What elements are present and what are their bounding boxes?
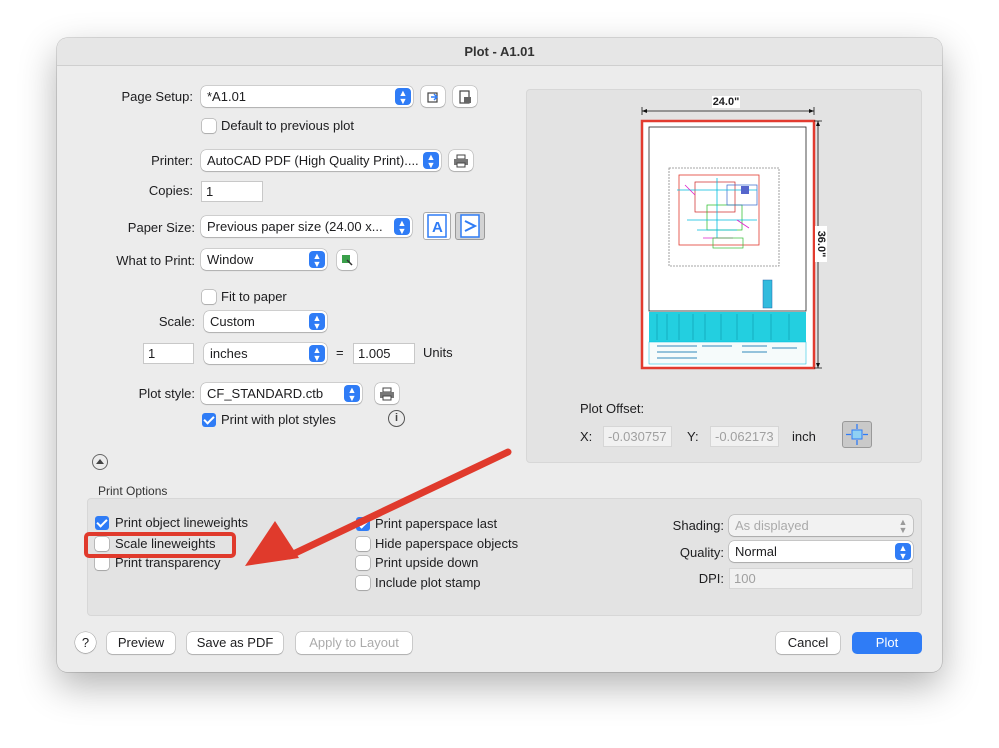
preview-button[interactable]: Preview bbox=[107, 632, 175, 654]
print-with-plot-styles-label: Print with plot styles bbox=[221, 412, 336, 427]
chevron-updown-icon: ▲ ▼ bbox=[309, 313, 325, 331]
svg-text:A: A bbox=[432, 219, 443, 236]
dpi-field[interactable]: 100 bbox=[729, 568, 913, 589]
chevron-updown-icon: ▲ ▼ bbox=[895, 543, 911, 561]
plot-offset-label: Plot Offset: bbox=[580, 401, 645, 416]
scale-label: Scale: bbox=[158, 314, 195, 329]
plot-preview-drawing bbox=[640, 107, 822, 370]
include-plot-stamp-checkbox[interactable] bbox=[356, 576, 370, 590]
chevron-updown-icon: ▲ ▼ bbox=[309, 345, 325, 363]
window-pick-icon bbox=[342, 255, 353, 266]
chevron-updown-icon: ▲ ▼ bbox=[344, 385, 360, 403]
fit-to-paper-checkbox[interactable] bbox=[202, 290, 216, 304]
quality-value: Normal bbox=[735, 544, 777, 559]
chevron-updown-icon: ▲ ▼ bbox=[423, 152, 439, 170]
page-save-icon bbox=[459, 89, 471, 104]
plot-style-label: Plot style: bbox=[138, 386, 195, 401]
portrait-icon: A bbox=[427, 214, 447, 238]
save-as-pdf-button[interactable]: Save as PDF bbox=[187, 632, 283, 654]
printer-value: AutoCAD PDF (High Quality Print).... bbox=[207, 153, 419, 168]
plot-button[interactable]: Plot bbox=[852, 632, 922, 654]
copies-field[interactable]: 1 bbox=[201, 181, 263, 202]
scale-denominator-field[interactable]: 1.005 bbox=[353, 343, 415, 364]
offset-y-label: Y: bbox=[687, 429, 699, 444]
annotation-highlight-box bbox=[84, 532, 236, 558]
what-to-print-value: Window bbox=[207, 252, 254, 267]
collapse-options-button[interactable] bbox=[92, 454, 108, 470]
page-setup-label: Page Setup: bbox=[121, 89, 193, 104]
shading-value: As displayed bbox=[735, 518, 809, 533]
quality-label: Quality: bbox=[679, 545, 724, 560]
offset-y-field[interactable]: -0.062173 bbox=[710, 426, 779, 447]
printer-properties-button[interactable] bbox=[449, 150, 473, 171]
scale-select[interactable]: Custom ▲ ▼ bbox=[204, 311, 327, 332]
page-setup-value: *A1.01 bbox=[207, 89, 247, 104]
apply-to-layout-button[interactable]: Apply to Layout bbox=[296, 632, 412, 654]
offset-x-label: X: bbox=[580, 429, 593, 444]
plot-preview-panel: 24.0" 36.0" Plot Offset: X: -0.030757 Y:… bbox=[526, 89, 922, 463]
scale-value: Custom bbox=[210, 314, 255, 329]
units-label: Units bbox=[423, 345, 453, 360]
plot-style-value: CF_STANDARD.ctb bbox=[207, 386, 324, 401]
chevron-up-icon bbox=[96, 459, 104, 464]
shading-select[interactable]: As displayed ▲ ▼ bbox=[729, 515, 913, 536]
plot-style-select[interactable]: CF_STANDARD.ctb ▲ ▼ bbox=[201, 383, 362, 404]
offset-x-field[interactable]: -0.030757 bbox=[603, 426, 672, 447]
chevron-updown-icon: ▲ ▼ bbox=[395, 88, 411, 106]
help-button[interactable]: ? bbox=[75, 632, 96, 653]
preview-height-dimension: 36.0" bbox=[815, 226, 827, 262]
print-transparency-checkbox[interactable] bbox=[95, 556, 109, 570]
print-with-plot-styles-checkbox[interactable] bbox=[202, 413, 216, 427]
what-to-print-select[interactable]: Window ▲ ▼ bbox=[201, 249, 327, 270]
equals-sign: = bbox=[336, 345, 344, 360]
page-setup-select[interactable]: *A1.01 ▲ ▼ bbox=[201, 86, 413, 107]
printer-icon bbox=[454, 154, 468, 167]
offset-unit-label: inch bbox=[792, 429, 816, 444]
printer-select[interactable]: AutoCAD PDF (High Quality Print).... ▲ ▼ bbox=[201, 150, 441, 171]
window-title: Plot - A1.01 bbox=[57, 38, 942, 66]
copies-label: Copies: bbox=[148, 183, 193, 198]
cancel-button[interactable]: Cancel bbox=[776, 632, 840, 654]
save-page-setup-button[interactable] bbox=[453, 86, 477, 107]
default-previous-plot-checkbox[interactable] bbox=[202, 119, 216, 133]
chevron-updown-icon: ▲ ▼ bbox=[394, 218, 410, 236]
shading-label: Shading: bbox=[672, 518, 724, 533]
print-object-lineweights-label: Print object lineweights bbox=[115, 515, 248, 530]
include-plot-stamp-label: Include plot stamp bbox=[375, 575, 481, 590]
scale-numerator-field[interactable]: 1 bbox=[143, 343, 194, 364]
annotation-arrow bbox=[245, 448, 512, 566]
paper-size-label: Paper Size: bbox=[127, 220, 195, 235]
center-plot-button[interactable] bbox=[842, 421, 872, 448]
chevron-updown-icon: ▲ ▼ bbox=[898, 517, 908, 535]
scale-unit-select[interactable]: inches ▲ ▼ bbox=[204, 343, 327, 364]
print-options-heading: Print Options bbox=[98, 484, 168, 498]
scale-unit-value: inches bbox=[210, 346, 248, 361]
plot-dialog: Plot - A1.01 Page Setup: *A1.01 ▲ ▼ Defau… bbox=[57, 38, 942, 672]
print-object-lineweights-checkbox[interactable] bbox=[95, 516, 109, 530]
printer-label: Printer: bbox=[151, 153, 193, 168]
paper-size-value: Previous paper size (24.00 x... bbox=[207, 219, 383, 234]
import-page-setup-button[interactable] bbox=[421, 86, 445, 107]
paper-size-select[interactable]: Previous paper size (24.00 x... ▲ ▼ bbox=[201, 216, 412, 237]
pick-window-button[interactable] bbox=[337, 250, 357, 270]
info-icon[interactable]: i bbox=[388, 410, 405, 427]
dpi-label: DPI: bbox=[698, 571, 724, 586]
import-icon bbox=[427, 91, 438, 103]
default-previous-plot-label: Default to previous plot bbox=[221, 118, 354, 133]
plot-style-edit-icon bbox=[380, 387, 394, 400]
preview-width-dimension: 24.0" bbox=[712, 96, 740, 108]
chevron-updown-icon: ▲ ▼ bbox=[309, 251, 325, 269]
edit-plot-style-button[interactable] bbox=[375, 383, 399, 404]
portrait-orientation-button[interactable]: A bbox=[423, 212, 451, 240]
fit-to-paper-label: Fit to paper bbox=[221, 289, 287, 304]
center-plot-icon bbox=[846, 424, 868, 445]
what-to-print-label: What to Print: bbox=[116, 253, 195, 268]
landscape-orientation-button[interactable] bbox=[455, 212, 485, 240]
quality-select[interactable]: Normal ▲ ▼ bbox=[729, 541, 913, 562]
landscape-icon bbox=[460, 214, 480, 238]
